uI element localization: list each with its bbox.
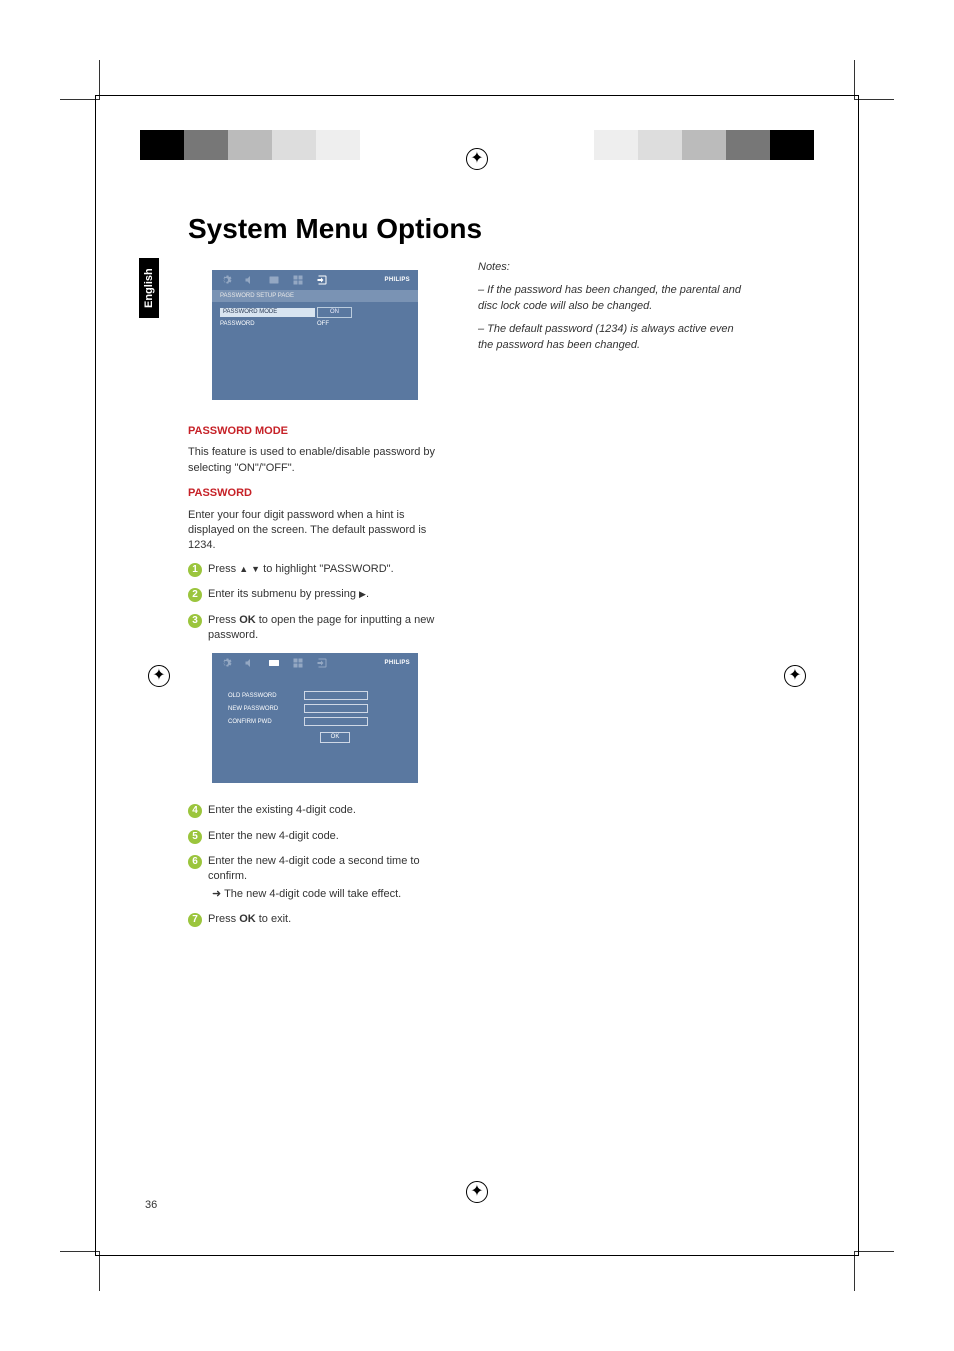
old-password-field: [304, 691, 368, 700]
password-description: Enter your four digit password when a hi…: [188, 508, 448, 554]
osd-tab-bar: PHILIPS: [212, 270, 418, 290]
step-2: 2 Enter its submenu by pressing ▶.: [188, 587, 448, 602]
osd-row-value: ON: [317, 307, 352, 317]
step-3-text: Press OK to open the page for inputting …: [208, 613, 448, 644]
page-number: 36: [145, 1199, 157, 1211]
step-7-text: Press OK to exit.: [208, 912, 448, 927]
old-password-row: OLD PASSWORD: [228, 691, 402, 700]
color-bar-right: [594, 130, 814, 160]
confirm-password-row: CONFIRM PWD: [228, 717, 402, 726]
video-icon: [268, 274, 280, 286]
step-5: 5 Enter the new 4-digit code.: [188, 829, 448, 844]
step-4-text: Enter the existing 4-digit code.: [208, 803, 448, 818]
down-arrow-icon: ▼: [251, 563, 260, 576]
new-password-row: NEW PASSWORD: [228, 704, 402, 713]
right-arrow-icon: ▶: [359, 588, 366, 601]
crop-mark-tl: [60, 60, 100, 100]
step-bullet-6: 6: [188, 855, 202, 869]
osd-tab-bar: PHILIPS: [212, 653, 418, 673]
new-password-field: [304, 704, 368, 713]
heading-password: PASSWORD: [188, 486, 448, 501]
step-6: 6 Enter the new 4-digit code a second ti…: [188, 854, 448, 902]
notes-heading: Notes:: [478, 260, 748, 275]
grid-icon: [292, 274, 304, 286]
color-bar-left: [140, 130, 360, 160]
confirm-password-field: [304, 717, 368, 726]
step-bullet-1: 1: [188, 563, 202, 577]
step-3: 3 Press OK to open the page for inputtin…: [188, 613, 448, 644]
osd-row-label: PASSWORD: [220, 320, 315, 328]
osd-brand: PHILIPS: [385, 276, 410, 284]
step-2-text: Enter its submenu by pressing ▶.: [208, 587, 448, 602]
osd-row-label: PASSWORD MODE: [220, 308, 315, 316]
grid-icon: [292, 657, 304, 669]
step-1: 1 Press ▲ ▼ to highlight "PASSWORD".: [188, 562, 448, 577]
step-bullet-4: 4: [188, 804, 202, 818]
ok-button-graphic: OK: [320, 732, 350, 742]
step-1-text: Press ▲ ▼ to highlight "PASSWORD".: [208, 562, 448, 577]
heading-password-mode: PASSWORD MODE: [188, 424, 448, 439]
osd-password-form: OLD PASSWORD NEW PASSWORD CONFIRM PWD OK: [212, 673, 418, 760]
exit-icon: [316, 657, 328, 669]
crop-mark-tr: [854, 60, 894, 100]
step-bullet-7: 7: [188, 913, 202, 927]
new-password-label: NEW PASSWORD: [228, 705, 304, 713]
old-password-label: OLD PASSWORD: [228, 692, 304, 700]
osd-password-setup: PHILIPS PASSWORD SETUP PAGE PASSWORD MOD…: [212, 270, 418, 400]
gear-icon: [220, 657, 232, 669]
step-bullet-2: 2: [188, 588, 202, 602]
step-6-text: Enter the new 4-digit code a second time…: [208, 854, 448, 902]
page-title: System Menu Options: [188, 213, 482, 245]
keyboard-icon: [268, 657, 280, 669]
content-area: PHILIPS PASSWORD SETUP PAGE PASSWORD MOD…: [188, 260, 813, 938]
step-4: 4 Enter the existing 4-digit code.: [188, 803, 448, 818]
step-bullet-3: 3: [188, 614, 202, 628]
up-arrow-icon: ▲: [239, 563, 248, 576]
osd-subtitle: PASSWORD SETUP PAGE: [212, 290, 418, 302]
crop-mark-br: [854, 1251, 894, 1291]
osd-body: PASSWORD MODE ON PASSWORD OFF: [212, 302, 418, 400]
gear-icon: [220, 274, 232, 286]
speaker-icon: [244, 274, 256, 286]
confirm-password-label: CONFIRM PWD: [228, 718, 304, 726]
step-6-result: ➜ The new 4-digit code will take effect.: [208, 887, 448, 902]
left-column: PHILIPS PASSWORD SETUP PAGE PASSWORD MOD…: [188, 260, 448, 938]
note-1: – If the password has been changed, the …: [478, 283, 748, 314]
osd-password-change: PHILIPS OLD PASSWORD NEW PASSWORD CONFIR…: [212, 653, 418, 783]
registration-mark-bottom: ✦: [466, 1181, 488, 1203]
crop-mark-bl: [60, 1251, 100, 1291]
exit-icon: [316, 274, 328, 286]
language-tab: English: [139, 258, 159, 318]
registration-mark-left: ✦: [148, 665, 170, 687]
osd-brand: PHILIPS: [385, 659, 410, 667]
registration-mark-top: ✦: [466, 148, 488, 170]
step-7: 7 Press OK to exit.: [188, 912, 448, 927]
step-bullet-5: 5: [188, 830, 202, 844]
speaker-icon: [244, 657, 256, 669]
osd-row-value: OFF: [317, 320, 329, 328]
right-column: Notes: – If the password has been change…: [478, 260, 748, 938]
note-2: – The default password (1234) is always …: [478, 322, 748, 353]
osd-row-password: PASSWORD OFF: [220, 318, 410, 330]
osd-row-password-mode: PASSWORD MODE ON: [220, 306, 410, 318]
password-mode-description: This feature is used to enable/disable p…: [188, 445, 448, 476]
step-5-text: Enter the new 4-digit code.: [208, 829, 448, 844]
